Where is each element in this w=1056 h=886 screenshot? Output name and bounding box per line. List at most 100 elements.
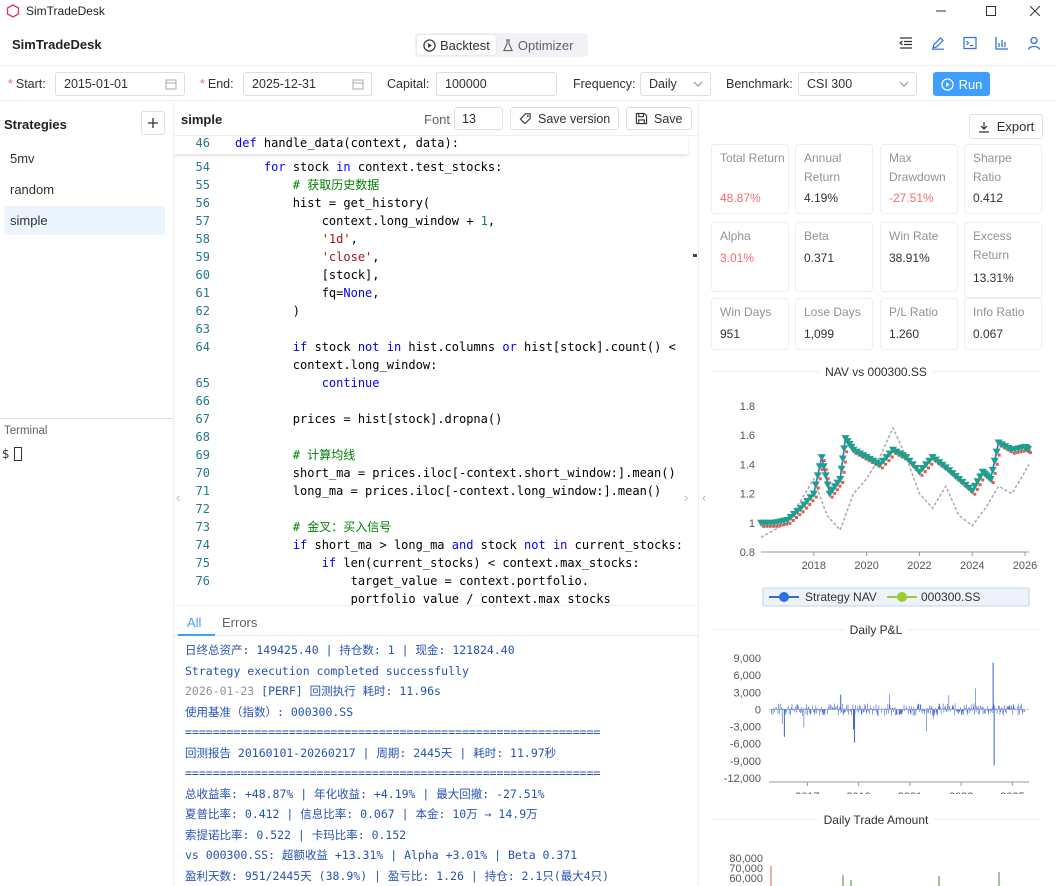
code-text: context.long_window:	[235, 358, 438, 372]
export-button[interactable]: Export	[969, 114, 1043, 139]
log-text: 盈利天数: 951/2445天 (38.9%) | 盈亏比: 1.26 | 持仓…	[185, 868, 610, 883]
code-line[interactable]: 66	[174, 392, 684, 410]
code-line[interactable]: context.long_window:	[174, 356, 684, 374]
mode-backtest-label: Backtest	[440, 37, 490, 53]
trade-marker	[833, 491, 837, 495]
sticky-code-text: def handle_data(context, data):	[235, 136, 459, 150]
benchmark-select[interactable]: CSI 300	[798, 72, 917, 96]
x-tick-label: 2020	[854, 560, 878, 572]
trade-amount-chart[interactable]: 80,00070,00060,000	[699, 838, 1049, 886]
code-line[interactable]: 64 if stock not in hist.columns or hist[…	[174, 338, 684, 356]
minimize-button[interactable]	[918, 0, 964, 22]
code-text: )	[235, 304, 301, 318]
code-line[interactable]: 56 hist = get_history(	[174, 194, 684, 212]
metric-card: Sharpe Ratio 0.412	[964, 144, 1042, 214]
save-button[interactable]: Save	[626, 107, 692, 130]
terminal-panel[interactable]: Terminal $	[0, 418, 174, 886]
code-line[interactable]: 57 context.long_window + 1,	[174, 212, 684, 230]
log-line: 2026-01-23 [PERF] 回测执行 耗时: 11.96s	[185, 681, 441, 701]
log-text: 日终总资产: 149425.40 | 持仓数: 1 | 现金: 121824.4…	[185, 643, 515, 657]
benchmark-label: Benchmark:	[726, 77, 793, 91]
code-line[interactable]: 63	[174, 320, 684, 338]
metric-label: Excess Return	[973, 229, 1012, 262]
sidebar-item-random[interactable]: random	[4, 175, 165, 204]
font-size-input[interactable]: 13	[454, 107, 503, 130]
code-line[interactable]: 65 continue	[174, 374, 684, 392]
download-icon	[978, 121, 989, 133]
trade-marker	[838, 484, 842, 488]
app-header: SimTradeDesk Backtest Optimizer	[0, 22, 1056, 66]
mode-switch: Backtest Optimizer	[415, 33, 588, 57]
sidebar-item-5mv[interactable]: 5mv	[4, 144, 165, 173]
legend-swatch	[897, 592, 907, 602]
console-button[interactable]	[954, 36, 986, 50]
trade-marker	[890, 455, 894, 459]
end-date-input[interactable]: 2025-12-31	[243, 72, 372, 96]
legend-label: Strategy NAV	[805, 590, 877, 604]
log-line: 总收益率: +48.87% | 年化收益: +4.19% | 最大回撤: -27…	[185, 784, 545, 804]
pnl-chart[interactable]: 9,000 6,000 3,000 0 -3,000 -6,000 -9,000 -12,00…	[699, 646, 1049, 794]
add-strategy-button[interactable]	[141, 111, 165, 135]
code-text: hist = get_history(	[235, 196, 431, 210]
code-line[interactable]: 55 # 获取历史数据	[174, 176, 684, 194]
code-line[interactable]: 67 prices = hist[stock].dropna()	[174, 410, 684, 428]
code-line[interactable]: 71 long_ma = prices.iloc[-context.long_w…	[174, 482, 684, 500]
metric-label: Total Return	[720, 151, 785, 165]
capital-label: Capital:	[387, 77, 430, 91]
terminal-prompt[interactable]: $	[2, 447, 23, 461]
save-version-button[interactable]: Save version	[510, 107, 620, 130]
code-line[interactable]: 68	[174, 428, 684, 446]
log-text: 总收益率: +48.87% | 年化收益: +4.19% | 最大回撤: -27…	[185, 786, 545, 801]
mode-optimizer-button[interactable]: Optimizer	[496, 35, 580, 55]
terminal-label: Terminal	[4, 425, 48, 437]
metric-label: Lose Days	[804, 305, 861, 319]
collapse-left-icon[interactable]: ‹	[176, 490, 180, 505]
maximize-button[interactable]	[968, 0, 1014, 22]
close-button[interactable]	[1012, 0, 1056, 22]
tab-all[interactable]: All	[187, 615, 201, 630]
code-line[interactable]: 60 [stock],	[174, 266, 684, 284]
plus-icon	[148, 118, 158, 128]
nav-chart[interactable]: 0.8 1 1.2 1.4 1.6 1.8 2018 2020 2022 2024 2026 Stra…	[699, 392, 1049, 612]
sidebar-item-simple[interactable]: simple	[4, 206, 165, 235]
maximize-icon	[986, 6, 996, 16]
code-line[interactable]: 74 if short_ma > long_ma and stock not i…	[174, 536, 684, 554]
run-button[interactable]: Run	[933, 72, 990, 96]
trade-marker	[826, 477, 830, 481]
y-tick-label: 6,000	[733, 670, 761, 682]
code-line[interactable]: 62 )	[174, 302, 684, 320]
chart-button[interactable]	[986, 36, 1018, 50]
start-date-input[interactable]: 2015-01-01	[55, 72, 185, 96]
frequency-select[interactable]: Daily	[640, 72, 711, 96]
code-line[interactable]: 72	[174, 500, 684, 518]
close-icon	[1030, 6, 1040, 16]
edit-button[interactable]	[922, 36, 954, 50]
code-line[interactable]: 70 short_ma = prices.iloc[-context.short…	[174, 464, 684, 482]
code-line[interactable]: portfolio_value / context.max_stocks	[174, 590, 684, 605]
code-text: for stock in context.test_stocks:	[263, 160, 503, 174]
code-line[interactable]: 61 fq=None,	[174, 284, 684, 302]
legend-label: 000300.SS	[921, 590, 980, 604]
trade-marker	[843, 460, 847, 464]
code-line[interactable]: 59 'close',	[174, 248, 684, 266]
user-button[interactable]	[1018, 36, 1050, 50]
code-line[interactable]: 73 # 金叉：买入信号	[174, 518, 684, 536]
code-line[interactable]: 58 '1d',	[174, 230, 684, 248]
collapse-right-icon[interactable]: ›	[684, 490, 688, 505]
code-line[interactable]: 54 for stock in context.test_stocks:	[174, 158, 684, 176]
trade-marker	[997, 453, 1001, 457]
code-line[interactable]: 76 target_value = context.portfolio.	[174, 572, 684, 590]
tab-errors[interactable]: Errors	[222, 615, 257, 630]
trade-marker	[791, 518, 795, 522]
trade-marker	[818, 477, 822, 481]
trade-marker	[801, 510, 805, 514]
code-line[interactable]: 69 # 计算均线	[174, 446, 684, 464]
capital-input[interactable]: 100000	[436, 72, 557, 96]
code-editor[interactable]: 46 def handle_data(context, data): 54 fo…	[174, 136, 698, 605]
code-line[interactable]: 75 if len(current_stocks) < context.max_…	[174, 554, 684, 572]
metric-label: Win Rate	[889, 229, 939, 243]
mode-backtest-button[interactable]: Backtest	[417, 35, 496, 55]
menu-fold-button[interactable]	[890, 36, 922, 50]
strategies-sidebar: Strategies 5mv random simple	[0, 102, 174, 418]
sticky-scroll-line[interactable]: 46 def handle_data(context, data):	[174, 136, 688, 154]
